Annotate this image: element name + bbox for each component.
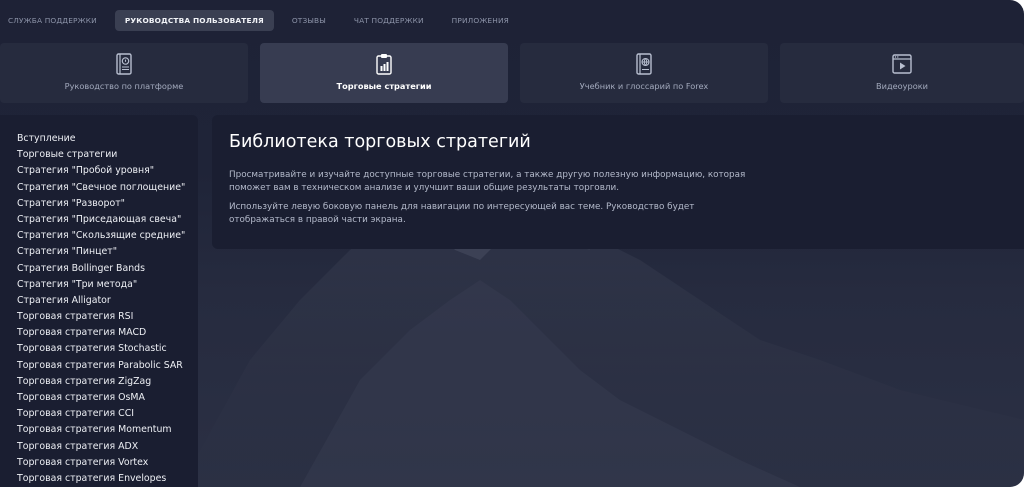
sidebar-item[interactable]: Стратегия "Пинцет"	[17, 244, 198, 260]
sidebar-item[interactable]: Стратегия "Разворот"	[17, 196, 198, 212]
forex-glossary-icon	[636, 53, 652, 75]
tab-apps[interactable]: ПРИЛОЖЕНИЯ	[442, 10, 519, 31]
sidebar-item[interactable]: Стратегия "Скользящие средние"	[17, 228, 198, 244]
platform-guide-icon	[116, 53, 132, 75]
sidebar-item[interactable]: Стратегия "Свечное поглощение"	[17, 180, 198, 196]
sidebar-item[interactable]: Стратегия "Три метода"	[17, 277, 198, 293]
sidebar-item[interactable]: Торговая стратегия MACD	[17, 325, 198, 341]
sidebar-item[interactable]: Торговая стратегия OsMA	[17, 390, 198, 406]
page-title: Библиотека торговых стратегий	[229, 132, 531, 152]
content-panel: Библиотека торговых стратегий Просматрив…	[212, 115, 1024, 249]
sidebar-item[interactable]: Торговая стратегия RSI	[17, 309, 198, 325]
sidebar-item[interactable]: Стратегия Bollinger Bands	[17, 261, 198, 277]
card-label: Учебник и глоссарий по Forex	[579, 81, 709, 91]
video-lessons-icon	[892, 54, 912, 74]
card-label: Торговые стратегии	[336, 81, 432, 91]
card-platform-guide[interactable]: Руководство по платформе	[0, 43, 248, 103]
sidebar-item[interactable]: Торговая стратегия ZigZag	[17, 374, 198, 390]
sidebar-item[interactable]: Торговая стратегия Momentum	[17, 422, 198, 438]
tab-support-service[interactable]: СЛУЖБА ПОДДЕРЖКИ	[0, 10, 107, 31]
sidebar-item[interactable]: Стратегия "Приседающая свеча"	[17, 212, 198, 228]
intro-paragraph: Просматривайте и изучайте доступные торг…	[229, 170, 746, 194]
card-label: Руководство по платформе	[64, 81, 184, 91]
sidebar-item[interactable]: Торговая стратегия Vortex	[17, 455, 198, 471]
trading-strategies-icon	[376, 54, 392, 75]
sidebar-item[interactable]: Стратегия Alligator	[17, 293, 198, 309]
card-trading-strategies[interactable]: Торговые стратегии	[260, 43, 508, 103]
sidebar: Вступление Торговые стратегии Стратегия "П…	[0, 115, 198, 487]
tab-reviews[interactable]: ОТЗЫВЫ	[282, 10, 336, 31]
sidebar-item[interactable]: Торговая стратегия Envelopes	[17, 471, 198, 487]
sidebar-item[interactable]: Торговая стратегия Parabolic SAR	[17, 358, 198, 374]
category-cards: Руководство по платформе Торговые страте…	[0, 43, 1024, 103]
sidebar-item[interactable]: Торговая стратегия ADX	[17, 439, 198, 455]
sidebar-list: Вступление Торговые стратегии Стратегия "П…	[0, 115, 198, 487]
sidebar-item[interactable]: Стратегия "Пробой уровня"	[17, 163, 198, 179]
app-frame: СЛУЖБА ПОДДЕРЖКИ РУКОВОДСТВА ПОЛЬЗОВАТЕЛ…	[0, 0, 1024, 487]
navigation-hint-paragraph: Используйте левую боковую панель для нав…	[229, 202, 695, 226]
card-video-lessons[interactable]: Видеоуроки	[780, 43, 1024, 103]
sidebar-item[interactable]: Торговая стратегия Stochastic	[17, 341, 198, 357]
sidebar-item[interactable]: Торговые стратегии	[17, 147, 198, 163]
sidebar-item[interactable]: Торговая стратегия CCI	[17, 406, 198, 422]
card-label: Видеоуроки	[876, 81, 928, 91]
sidebar-item[interactable]: Вступление	[17, 131, 198, 147]
tab-support-chat[interactable]: ЧАТ ПОДДЕРЖКИ	[344, 10, 434, 31]
card-forex-glossary[interactable]: Учебник и глоссарий по Forex	[520, 43, 768, 103]
tab-user-guides[interactable]: РУКОВОДСТВА ПОЛЬЗОВАТЕЛЯ	[114, 10, 274, 31]
top-navigation: СЛУЖБА ПОДДЕРЖКИ РУКОВОДСТВА ПОЛЬЗОВАТЕЛ…	[0, 10, 527, 31]
